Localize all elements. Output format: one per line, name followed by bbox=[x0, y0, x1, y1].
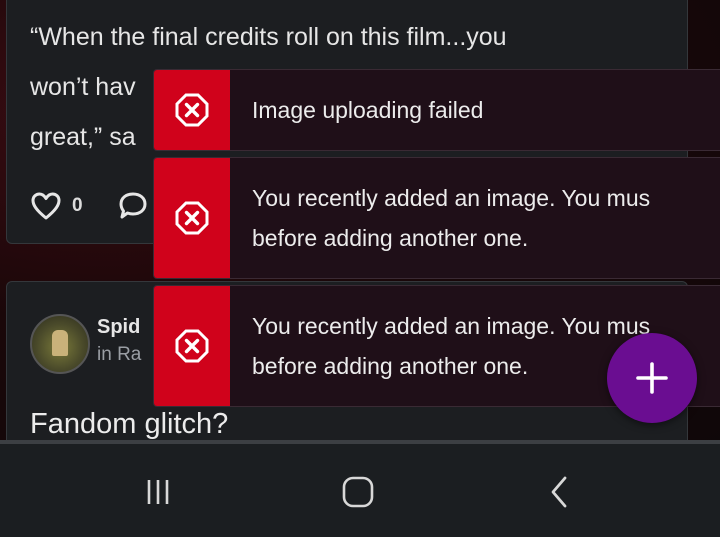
post-community[interactable]: in Ra bbox=[97, 344, 141, 366]
toast-error-strip bbox=[154, 286, 230, 406]
post-author[interactable]: Spid bbox=[97, 316, 140, 339]
error-toast[interactable]: You recently added an image. You mus bef… bbox=[153, 157, 720, 279]
post-actions: 0 bbox=[30, 188, 149, 224]
recent-apps-icon bbox=[147, 480, 169, 504]
system-navigation-bar bbox=[0, 440, 720, 537]
toast-message: Image uploading failed bbox=[252, 97, 484, 123]
back-chevron-icon bbox=[551, 476, 567, 508]
post-title[interactable]: Fandom glitch? bbox=[30, 408, 228, 441]
error-x-icon bbox=[175, 93, 209, 127]
heart-icon[interactable] bbox=[30, 191, 62, 221]
error-x-icon bbox=[175, 201, 209, 235]
like-count: 0 bbox=[72, 195, 83, 216]
toast-error-strip bbox=[154, 158, 230, 278]
home-icon bbox=[342, 476, 374, 508]
recent-apps-button[interactable] bbox=[138, 472, 178, 512]
home-button[interactable] bbox=[338, 472, 378, 512]
toast-error-strip bbox=[154, 70, 230, 150]
error-x-icon bbox=[175, 329, 209, 363]
plus-icon bbox=[636, 362, 668, 394]
avatar[interactable] bbox=[30, 314, 90, 374]
comment-icon[interactable] bbox=[117, 191, 149, 221]
back-button[interactable] bbox=[540, 472, 580, 512]
create-post-button[interactable] bbox=[607, 333, 697, 423]
error-toast[interactable]: Image uploading failed bbox=[153, 69, 720, 151]
avatar-figure-icon bbox=[52, 330, 68, 356]
toast-message: You recently added an image. You mus bef… bbox=[252, 185, 651, 251]
